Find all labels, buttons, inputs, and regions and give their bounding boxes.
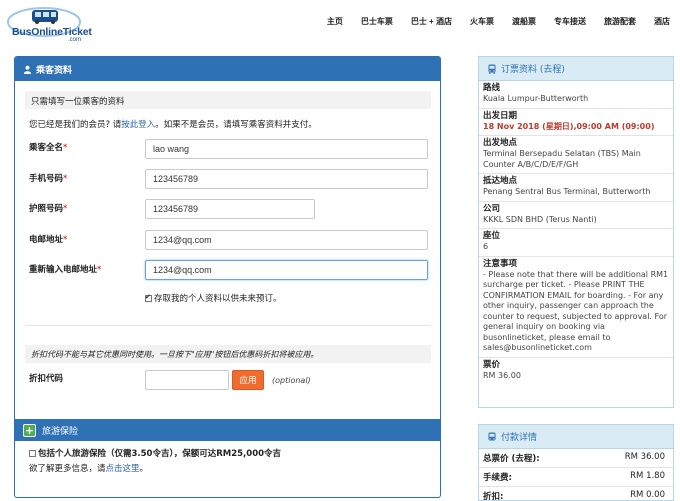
bus-icon — [488, 64, 496, 74]
notes-section: 注意事项 - Please note that there will be ad… — [479, 257, 673, 358]
bus-icon — [488, 432, 496, 440]
save-profile-label: 存取我的个人资料以供未来预订。 — [154, 294, 282, 304]
insurance-more-info: 欲了解更多信息，请点击这里。 — [29, 464, 149, 474]
company-section: 公司 KKKL SDN BHD (Terus Nanti) — [479, 202, 673, 229]
payment-row: 手续费: RM 1.80 — [479, 468, 673, 487]
site-logo[interactable]: BusOnlineTicket .com — [6, 4, 96, 44]
fare-value: RM 36.00 — [483, 370, 521, 380]
passenger-panel-title: 乘客资料 — [36, 65, 73, 76]
promo-label: 折扣代码 — [29, 374, 64, 384]
main-nav: 主页 巴士车票 巴士 + 酒店 火车票 渡船票 专车接送 旅游配套 酒店 — [309, 16, 670, 27]
payment-panel-header: 付款详情 — [479, 425, 673, 449]
phone-label: 手机号码* — [29, 174, 68, 184]
email-input[interactable] — [145, 230, 428, 250]
arrival-section: 抵达地点 Penang Sentral Bus Terminal, Butter… — [479, 174, 673, 202]
name-input[interactable] — [145, 139, 428, 159]
apply-promo-button[interactable]: 应用 — [232, 370, 264, 390]
save-profile-option[interactable]: 存取我的个人资料以供未来预订。 — [145, 292, 282, 304]
bus-logo-icon — [7, 7, 81, 37]
nav-bus[interactable]: 巴士车票 — [361, 16, 393, 27]
route-value: Kuala Lumpur-Butterworth — [483, 94, 589, 103]
passenger-panel: 乘客资料 只需填写一位乘客的资料 您已经是我们的会员? 请按此登入。如果不是会员… — [14, 56, 441, 498]
seat-section: 座位 6 — [479, 229, 673, 257]
user-icon — [23, 65, 32, 74]
booking-panel: 订票资料 (去程) 路线 Kuala Lumpur-Butterworth 出发… — [478, 56, 674, 408]
insurance-header: + 旅游保险 — [15, 419, 440, 441]
fare-section: 票价 RM 36.00 — [479, 358, 673, 385]
company-value: KKKL SDN BHD (Terus Nanti) — [483, 214, 597, 224]
nav-tour[interactable]: 旅游配套 — [604, 16, 636, 27]
insurance-more-link[interactable]: 点击这里 — [106, 464, 140, 474]
promo-note: 折扣代码不能与其它优惠同时使用。一旦按下"应用"按钮后优惠码折扣将被应用。 — [25, 345, 431, 363]
plus-icon: + — [23, 423, 36, 437]
email-confirm-input[interactable] — [145, 260, 428, 280]
nav-ferry[interactable]: 渡船票 — [512, 16, 536, 27]
site-header: BusOnlineTicket .com 主页 巴士车票 巴士 + 酒店 火车票… — [0, 0, 680, 46]
nav-train[interactable]: 火车票 — [470, 16, 494, 27]
seat-value: 6 — [483, 242, 489, 251]
promo-code-input[interactable] — [145, 370, 229, 390]
logo-sub: .com — [68, 37, 82, 43]
nav-hotel[interactable]: 酒店 — [654, 16, 670, 27]
login-link[interactable]: 按此登入 — [121, 120, 155, 130]
name-label: 乘客全名* — [29, 143, 68, 153]
email-label: 电邮地址* — [29, 235, 68, 245]
payment-panel-title: 付款详情 — [501, 433, 538, 443]
date-value: 18 Nov 2018 (星期日),09:00 AM (09:00) — [483, 121, 655, 131]
promo-optional-label: (optional) — [272, 376, 311, 385]
email-confirm-label: 重新输入电邮地址* — [29, 265, 102, 275]
notes-value: - Please note that there will be additio… — [483, 269, 669, 353]
single-passenger-notice: 只需填写一位乘客的资料 — [25, 91, 431, 109]
passenger-panel-header: 乘客资料 — [15, 57, 440, 81]
member-prefix: 您已经是我们的会员? 请 — [29, 120, 122, 130]
member-suffix: 。如果不是会员，请填写乘客资料并支付。 — [155, 120, 317, 130]
payment-row: 总票价 (去程): RM 36.00 — [479, 449, 673, 468]
passport-input[interactable] — [145, 199, 315, 219]
date-section: 出发日期 18 Nov 2018 (星期日),09:00 AM (09:00) — [479, 109, 673, 136]
insurance-title: 旅游保险 — [42, 426, 79, 437]
member-login-line: 您已经是我们的会员? 请按此登入。如果不是会员，请填写乘客资料并支付。 — [29, 118, 317, 130]
booking-panel-title: 订票资料 (去程) — [501, 65, 565, 75]
nav-home[interactable]: 主页 — [327, 16, 343, 27]
phone-input[interactable] — [145, 169, 428, 189]
insurance-checkbox[interactable] — [29, 449, 36, 457]
departure-value: Terminal Bersepadu Selatan (TBS) Main Co… — [483, 149, 641, 169]
nav-bus-hotel[interactable]: 巴士 + 酒店 — [411, 16, 452, 27]
insurance-label: 包括个人旅游保险（仅需3.50令吉），保额可达RM25,000令吉 — [38, 449, 282, 459]
payment-row: 折扣: RM 0.00 — [479, 487, 673, 500]
arrival-value: Penang Sentral Bus Terminal, Butterworth — [483, 187, 651, 196]
passport-label: 护照号码* — [29, 204, 68, 214]
save-profile-checkbox[interactable] — [145, 293, 152, 302]
departure-section: 出发地点 Terminal Bersepadu Selatan (TBS) Ma… — [479, 136, 673, 174]
insurance-option[interactable]: 包括个人旅游保险（仅需3.50令吉），保额可达RM25,000令吉 — [29, 447, 281, 459]
nav-transfer[interactable]: 专车接送 — [554, 16, 586, 27]
booking-panel-header: 订票资料 (去程) — [479, 57, 673, 81]
payment-panel: 付款详情 总票价 (去程): RM 36.00 手续费: RM 1.80 折扣: RM… — [478, 424, 674, 501]
section-divider — [25, 325, 431, 326]
route-section: 路线 Kuala Lumpur-Butterworth — [479, 81, 673, 109]
